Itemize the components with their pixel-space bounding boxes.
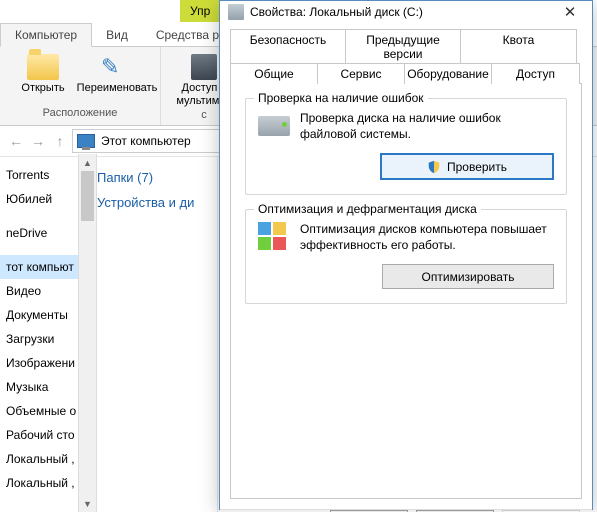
defrag-text: Оптимизация дисков компьютера повышает э… [300, 222, 554, 253]
dialog-tab[interactable]: Сервис [317, 63, 405, 84]
rename-icon: ✎ [101, 54, 133, 80]
sidebar-item[interactable]: Юбилей [0, 187, 78, 211]
nav-sidebar: TorrentsЮбилей neDrive тот компьютВидеоДок… [0, 157, 79, 512]
close-button[interactable]: ✕ [556, 1, 584, 23]
group-label-trunc: с [201, 107, 207, 123]
sidebar-item[interactable]: neDrive [0, 221, 78, 245]
tree-folders[interactable]: ›Папки (7) [85, 165, 217, 190]
dialog-titlebar[interactable]: Свойства: Локальный диск (C:) ✕ [220, 1, 592, 23]
scroll-up-icon[interactable]: ▲ [79, 154, 96, 171]
sidebar-item[interactable]: Изображени [0, 351, 78, 375]
error-check-group: Проверка на наличие ошибок Проверка диск… [245, 98, 567, 195]
dialog-body: БезопасностьПредыдущие версииКвота ОбщиеС… [220, 23, 592, 509]
tree-devices[interactable]: ⌄Устройства и ди [85, 190, 217, 216]
check-button-label: Проверить [447, 160, 507, 174]
dialog-tab[interactable]: Безопасность [230, 29, 346, 64]
dialog-tab[interactable]: Предыдущие версии [345, 29, 461, 64]
tab-pane-service: Проверка на наличие ошибок Проверка диск… [230, 83, 582, 499]
nav-up-button[interactable]: ↑ [50, 131, 70, 151]
error-check-title: Проверка на наличие ошибок [254, 91, 428, 105]
dialog-title: Свойства: Локальный диск (C:) [250, 5, 556, 19]
sidebar-item[interactable]: Загрузки [0, 327, 78, 351]
properties-dialog: Свойства: Локальный диск (C:) ✕ Безопасн… [219, 0, 593, 510]
open-label: Открыть [21, 82, 64, 95]
sidebar-item[interactable]: Видео [0, 279, 78, 303]
error-check-text: Проверка диска на наличие ошибок файлово… [300, 111, 554, 142]
shield-icon [427, 160, 441, 174]
dialog-tab[interactable]: Квота [460, 29, 577, 64]
dialog-tabs: БезопасностьПредыдущие версииКвота ОбщиеС… [230, 29, 582, 83]
sidebar-scrollbar[interactable]: ▲ ▼ [78, 154, 97, 512]
sidebar-item[interactable]: Рабочий сто [0, 423, 78, 447]
rename-button[interactable]: ✎ Переименовать [80, 51, 154, 95]
tab-computer[interactable]: Компьютер [0, 23, 92, 47]
dialog-tab[interactable]: Оборудование [404, 63, 492, 84]
sidebar-item[interactable]: Объемные о [0, 399, 78, 423]
defrag-group: Оптимизация и дефрагментация диска Оптим… [245, 209, 567, 304]
scroll-down-icon[interactable]: ▼ [79, 495, 96, 512]
defrag-icon [258, 222, 290, 254]
contextual-tab-label: Упр [190, 4, 210, 18]
scroll-thumb[interactable] [81, 171, 94, 221]
sidebar-item[interactable]: Torrents [0, 163, 78, 187]
nav-back-button[interactable]: ← [6, 131, 26, 151]
server-icon [191, 54, 217, 80]
sidebar-item[interactable]: Музыка [0, 375, 78, 399]
nav-forward-button[interactable]: → [28, 131, 48, 151]
optimize-button-label: Оптимизировать [422, 270, 515, 284]
sidebar-item[interactable]: Документы [0, 303, 78, 327]
pc-icon [77, 134, 95, 148]
defrag-title: Оптимизация и дефрагментация диска [254, 202, 481, 216]
rename-label: Переименовать [77, 82, 158, 95]
optimize-button[interactable]: Оптимизировать [382, 264, 554, 289]
sidebar-item[interactable]: тот компьют [0, 255, 78, 279]
dialog-tab[interactable]: Доступ [491, 63, 580, 84]
check-button[interactable]: Проверить [380, 153, 554, 180]
folder-icon [27, 54, 59, 80]
dialog-tab[interactable]: Общие [230, 63, 318, 84]
ribbon-group-location: Открыть ✎ Переименовать Расположение [0, 47, 161, 125]
open-button[interactable]: Открыть [6, 51, 80, 95]
group-label-location: Расположение [43, 105, 118, 121]
nav-tree: ›Папки (7) ⌄Устройства и ди [79, 157, 218, 512]
sidebar-item[interactable]: Локальный , [0, 471, 78, 495]
drive-small-icon [228, 4, 244, 20]
tab-view[interactable]: Вид [92, 24, 142, 46]
disk-icon [258, 111, 290, 143]
sidebar-item[interactable]: Локальный , [0, 447, 78, 471]
breadcrumb-label: Этот компьютер [101, 134, 191, 148]
